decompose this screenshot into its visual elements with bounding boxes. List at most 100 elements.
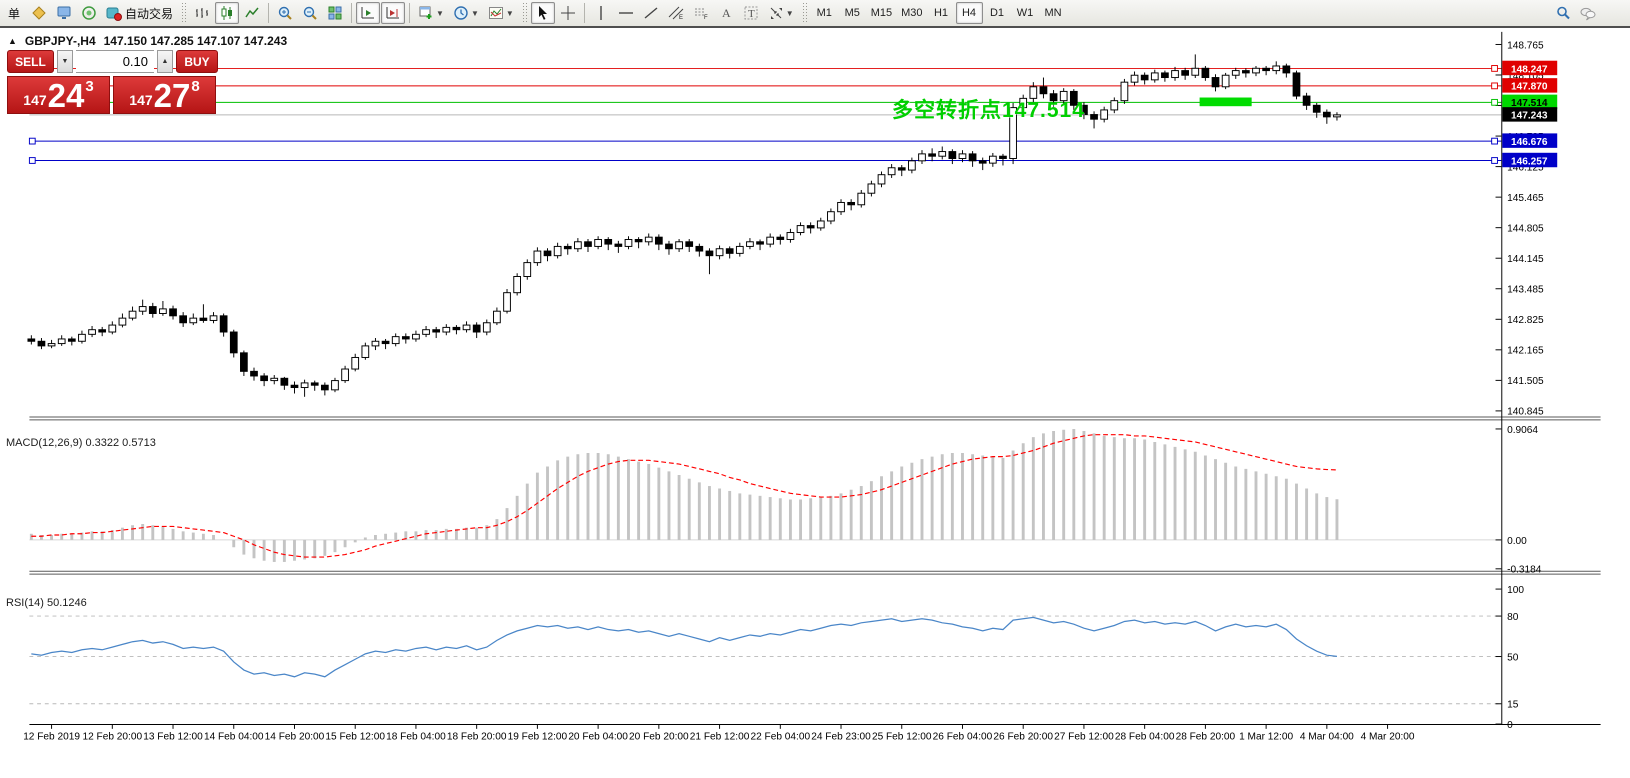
volume-decrease-button[interactable]: ▼	[57, 50, 73, 73]
line-handle[interactable]	[1492, 158, 1498, 164]
candle-body	[433, 330, 440, 332]
volume-increase-button[interactable]: ▲	[157, 50, 173, 73]
timeframe-mn-button[interactable]: MN	[1040, 2, 1067, 24]
new-chart-button[interactable]: ▼	[414, 2, 448, 24]
svg-text:A: A	[722, 6, 731, 20]
candle-body	[68, 339, 75, 341]
sell-price-prefix: 147	[23, 92, 46, 108]
text-icon: A	[718, 5, 734, 21]
sell-button[interactable]: SELL	[7, 50, 54, 73]
timeframe-m30-button[interactable]: M30	[897, 2, 926, 24]
candle-body	[544, 251, 551, 256]
line-handle[interactable]	[1492, 99, 1498, 105]
fibonacci-tool-button[interactable]: F	[689, 2, 713, 24]
sell-price-box[interactable]: 147 24 3	[7, 76, 110, 114]
new-chart-icon	[418, 5, 434, 21]
text-label-tool-button[interactable]: T	[739, 2, 763, 24]
toolbar-separator	[351, 3, 352, 23]
timeframe-h4-button[interactable]: H4	[956, 2, 983, 24]
chat-button[interactable]	[1576, 2, 1600, 24]
channel-tool-button[interactable]: E	[664, 2, 688, 24]
zoom-out-button[interactable]	[298, 2, 322, 24]
pivot-annotation-text[interactable]: 多空转折点147.514	[892, 94, 1085, 124]
zoom-in-button[interactable]	[273, 2, 297, 24]
highlight-box[interactable]	[1200, 98, 1252, 107]
crosshair-icon	[560, 5, 576, 21]
line-handle[interactable]	[29, 158, 35, 164]
candle-body	[38, 341, 45, 346]
new-order-label: 单	[8, 5, 20, 22]
time-axis-label: 15 Feb 12:00	[325, 731, 385, 742]
toolbar-drag-handle	[802, 2, 807, 24]
autotrading-button[interactable]: 自动交易	[102, 2, 177, 24]
auto-scroll-icon	[360, 5, 376, 21]
line-handle[interactable]	[1492, 138, 1498, 144]
candle-body	[1334, 115, 1341, 117]
candle-body	[261, 376, 268, 381]
auto-scroll-button[interactable]	[356, 2, 380, 24]
chart-shift-button[interactable]	[381, 2, 405, 24]
candle-body	[190, 318, 197, 323]
timeframe-m5-button[interactable]: M5	[839, 2, 866, 24]
tile-windows-button[interactable]	[323, 2, 347, 24]
candle-body	[1182, 71, 1189, 76]
search-button[interactable]	[1551, 2, 1575, 24]
terminal-button[interactable]	[52, 2, 76, 24]
candle-body	[878, 175, 885, 184]
line-handle[interactable]	[1492, 66, 1498, 72]
indicators-button[interactable]: ▼	[484, 2, 518, 24]
timeframe-w1-button[interactable]: W1	[1012, 2, 1039, 24]
line-handle[interactable]	[1492, 83, 1498, 89]
collapse-panel-icon[interactable]: ▲	[8, 36, 17, 46]
tile-windows-icon	[327, 5, 343, 21]
price-axis-label: 141.505	[1507, 376, 1544, 387]
candle-body	[1263, 68, 1270, 70]
candle-body	[919, 154, 926, 161]
candle-body	[655, 237, 662, 244]
volume-input[interactable]: 0.10	[76, 50, 154, 73]
bar-chart-mode-button[interactable]	[190, 2, 214, 24]
candle-body	[524, 263, 531, 277]
svg-text:E: E	[679, 15, 683, 21]
timeframe-d1-button[interactable]: D1	[984, 2, 1011, 24]
text-tool-button[interactable]: A	[714, 2, 738, 24]
line-chart-mode-button[interactable]	[240, 2, 264, 24]
line-handle[interactable]	[29, 138, 35, 144]
period-button[interactable]: ▼	[449, 2, 483, 24]
buy-button[interactable]: BUY	[176, 50, 218, 73]
candle-body	[473, 325, 480, 332]
price-axis-label: 148.765	[1507, 40, 1544, 51]
candle-body	[99, 330, 106, 332]
candle-body	[220, 316, 227, 332]
trendline-tool-button[interactable]	[639, 2, 663, 24]
candle-body	[676, 242, 683, 249]
candlestick-icon	[219, 5, 235, 21]
cursor-tool-button[interactable]	[531, 2, 555, 24]
candle-body	[79, 334, 86, 341]
chart-canvas[interactable]: 148.765148.105147.445146.785146.125145.4…	[0, 30, 1630, 778]
candle-body	[848, 202, 855, 204]
gold-diamond-icon-button[interactable]	[27, 2, 51, 24]
candle-body	[1242, 71, 1249, 73]
buy-price-box[interactable]: 147 27 8	[113, 76, 216, 114]
candle-body	[48, 344, 55, 346]
time-axis-label: 4 Mar 20:00	[1361, 731, 1415, 742]
candlestick-mode-button[interactable]	[215, 2, 239, 24]
monitor-icon	[56, 5, 72, 21]
price-badge-label: 147.243	[1511, 111, 1548, 122]
timeframe-m15-button[interactable]: M15	[867, 2, 896, 24]
candle-body	[301, 383, 308, 388]
candle-body	[989, 156, 996, 163]
dropdown-arrow-icon: ▼	[436, 9, 444, 18]
timeframe-m1-button[interactable]: M1	[811, 2, 838, 24]
timeframe-h1-button[interactable]: H1	[928, 2, 955, 24]
price-axis-label: 142.825	[1507, 315, 1544, 326]
candle-body	[504, 293, 511, 312]
toolbar-separator	[584, 3, 585, 23]
arrows-tool-button[interactable]: ▼	[764, 2, 798, 24]
market-watch-button[interactable]	[77, 2, 101, 24]
vertical-line-tool-button[interactable]	[589, 2, 613, 24]
horizontal-line-tool-button[interactable]	[614, 2, 638, 24]
crosshair-tool-button[interactable]	[556, 2, 580, 24]
new-order-button[interactable]: 单	[2, 2, 26, 24]
